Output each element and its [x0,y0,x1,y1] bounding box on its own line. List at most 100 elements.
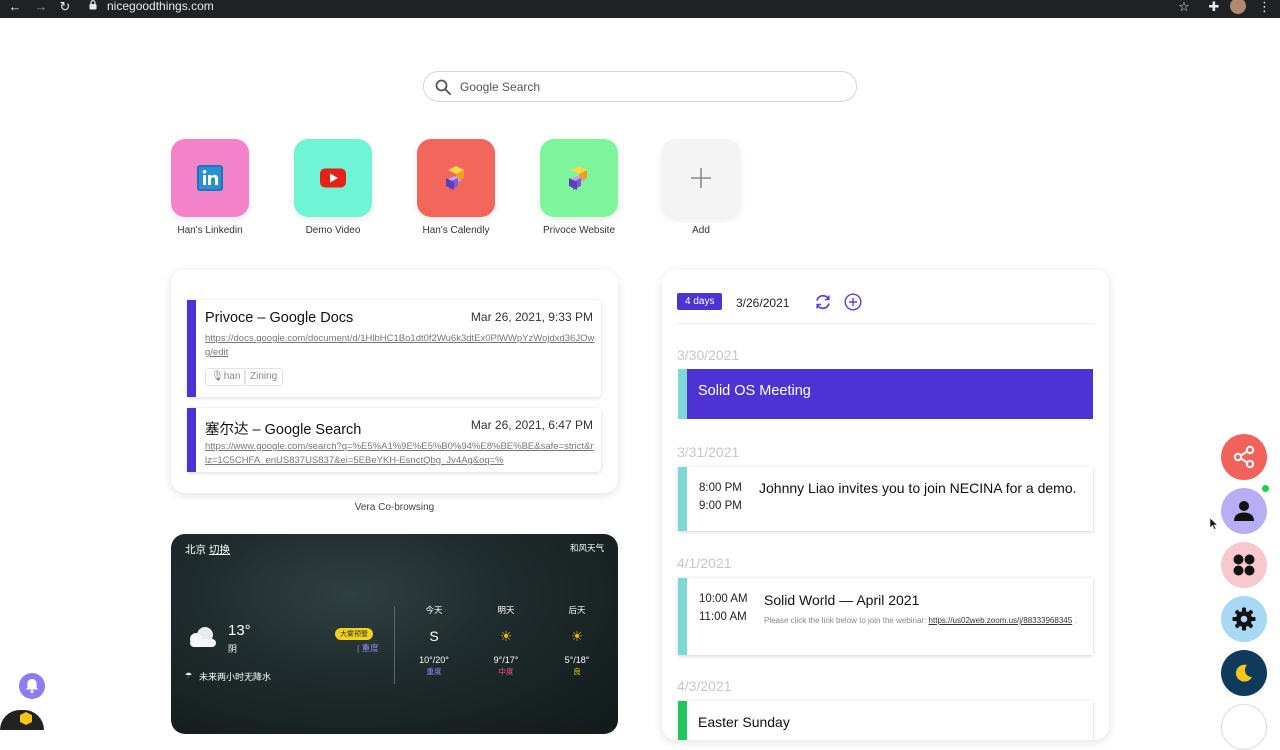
shortcut-label: Demo Video [305,225,361,236]
item-title: Privoce – Google Docs [205,310,354,326]
forecast-air-quality: 重度 [426,667,442,676]
event-note-end: . [1074,616,1077,625]
bell-icon [25,679,39,693]
mic-icon: 🎙 [211,371,224,382]
zoom-link[interactable]: https://us02web.zoom.us/j/88333968345 [929,616,1073,625]
calendar-event[interactable]: Easter Sunday [678,701,1093,740]
item-url[interactable]: https://docs.google.com/document/d/1HlbH… [205,332,595,360]
forecast-day-label: 后天 [568,605,586,615]
google-search-box[interactable] [423,71,857,102]
add-event-icon[interactable] [844,293,862,311]
browser-menu-icon[interactable]: ⋮ [1258,0,1271,14]
profile-avatar[interactable] [1230,0,1246,14]
calendar-event[interactable]: Solid OS Meeting [678,369,1093,419]
add-shortcut-button[interactable] [662,139,740,217]
event-start: 8:00 PM [699,482,742,494]
switch-city-link[interactable]: 切换 [209,544,230,556]
item-date: Mar 26, 2021, 6:47 PM [470,418,593,432]
forecast-air-quality: 良 [573,667,581,676]
shortcut-tile[interactable] [171,139,249,217]
address-bar[interactable]: nicegoodthings.com [107,0,214,13]
reload-icon[interactable]: ↻ [56,0,74,18]
event-title: Solid World — April 2021 [764,592,920,608]
mouse-cursor-icon [1210,518,1218,530]
shortcut-hans-calendly[interactable]: Han's Calendly [416,139,496,236]
lock-icon [89,0,97,10]
item-url[interactable]: https://www.google.com/search?q=%E5%A1%9… [205,440,595,468]
dark-mode-button[interactable] [1221,650,1267,696]
sun-icon: ☀ [499,628,513,644]
cloudy-icon [190,627,216,647]
event-title: Solid OS Meeting [698,383,811,399]
settings-button[interactable] [1221,596,1267,642]
shortcut-add[interactable]: Add [661,139,741,236]
city-name: 北京 [185,544,206,556]
plus-icon [691,168,711,188]
item-title: 塞尔达 – Google Search [205,422,362,438]
more-button[interactable] [1221,704,1267,750]
calendar-card: 4 days 3/26/2021 3/30/2021 Solid OS Meet… [662,270,1109,740]
moon-icon [1235,664,1252,682]
refresh-icon[interactable] [814,293,832,311]
shortcut-tile[interactable] [540,139,618,217]
event-end: 11:00 AM [699,611,747,623]
profile-button[interactable] [1221,488,1267,534]
extensions-icon[interactable]: ✚ [1206,0,1222,14]
search-input[interactable] [460,77,840,97]
calendar-event[interactable]: 10:00 AM 11:00 AM Solid World — April 20… [678,578,1093,655]
back-icon[interactable]: ← [6,0,24,18]
forecast-condition-icon: S [429,628,439,644]
range-selector[interactable]: 4 days [677,293,723,310]
online-status-dot [1262,485,1269,492]
extension-launcher[interactable] [0,710,44,730]
forward-icon[interactable]: → [32,0,50,18]
cobrowsing-item[interactable]: 塞尔达 – Google Search Mar 26, 2021, 6:47 P… [187,408,601,472]
cobrowsing-item[interactable]: Privoce – Google Docs Mar 26, 2021, 9:33… [187,300,601,397]
shortcut-hans-linkedin[interactable]: Han's Linkedin [170,139,250,236]
divider [394,606,395,684]
day-header: 3/30/2021 [677,347,740,363]
notification-button[interactable] [19,673,45,699]
forecast-day-label: 今天 [425,605,443,615]
shortcut-label: Han's Calendly [422,225,490,236]
share-button[interactable] [1221,434,1267,480]
weather-alert-badge[interactable]: 大雾预警 [335,628,373,640]
forecast-range: 9°/17° [493,655,519,665]
browser-toolbar: ← → ↻ nicegoodthings.com ☆ ✚ ⋮ [0,0,1280,18]
shortcut-privoce-website[interactable]: Privoce Website [539,139,619,236]
air-quality: | 重度 [357,643,379,653]
event-end: 9:00 PM [699,500,742,512]
event-title: Johnny Liao invites you to join NECINA f… [759,480,1077,496]
extension-logo-icon [20,712,32,725]
linkedin-icon [197,165,223,191]
apps-button[interactable] [1221,542,1267,588]
forecast-range: 5°/18° [564,655,590,665]
weather-provider[interactable]: 和风天气 [570,542,604,554]
person-icon [1234,501,1254,521]
cube-icon [446,166,464,190]
calendar-event[interactable]: 8:00 PM 9:00 PM Johnny Liao invites you … [678,467,1093,531]
bookmark-star-icon[interactable]: ☆ [1176,0,1192,14]
rain-icon: ☂ [185,671,193,680]
cobrowsing-card: Privoce – Google Docs Mar 26, 2021, 9:33… [171,270,618,493]
user-tag: 🎙han [205,368,247,386]
search-icon [435,79,451,95]
day-header: 4/1/2021 [677,555,732,571]
shortcut-tile[interactable] [417,139,495,217]
weather-widget: 北京 切换 和风天气 13° 阴 大雾预警 | 重度 ☂ 未来两小时无降水 今天 … [171,534,618,734]
day-header: 4/3/2021 [677,678,732,694]
current-condition: 阴 [228,644,238,654]
tag-label: han [223,371,241,382]
sun-icon: ☀ [570,628,584,644]
day-header: 3/31/2021 [677,444,740,460]
event-description: Please click the link below to join the … [764,614,1094,627]
shortcut-label: Add [692,225,710,236]
event-start: 10:00 AM [699,593,748,605]
shortcut-demo-video[interactable]: Demo Video [293,139,373,236]
current-temperature: 13° [228,622,251,639]
forecast-day: 后天 ☀ 5°/18° 良 [552,604,602,677]
shortcut-tile[interactable] [294,139,372,217]
cobrowsing-caption: Vera Co-browsing [354,502,435,513]
cube-icon [569,166,587,190]
precipitation-forecast: 未来两小时无降水 [199,672,272,682]
